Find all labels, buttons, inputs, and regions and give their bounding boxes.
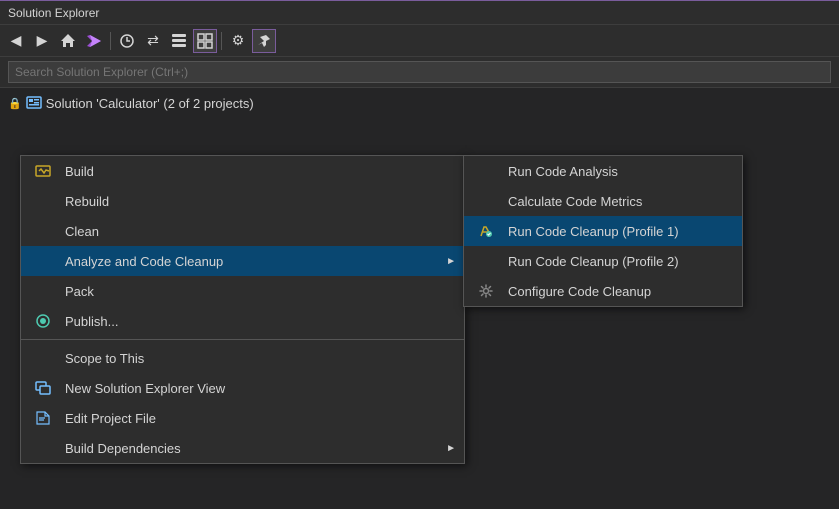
cleanup-1-icon: [476, 221, 496, 241]
menu-item-scope[interactable]: Scope to This: [21, 343, 464, 373]
build-deps-label: Build Dependencies: [65, 441, 181, 456]
configure-icon: [476, 281, 496, 301]
vs-logo-button[interactable]: [82, 29, 106, 53]
settings-button[interactable]: ⚙: [226, 29, 250, 53]
history-button[interactable]: [115, 29, 139, 53]
edit-project-label: Edit Project File: [65, 411, 156, 426]
rebuild-label: Rebuild: [65, 194, 109, 209]
back-button[interactable]: ◀: [4, 29, 28, 53]
submenu-item-configure[interactable]: Configure Code Cleanup: [464, 276, 742, 306]
pack-label: Pack: [65, 284, 94, 299]
submenu-item-run-analysis[interactable]: Run Code Analysis: [464, 156, 742, 186]
panel-title: Solution Explorer: [8, 6, 99, 20]
menu-item-pack[interactable]: Pack: [21, 276, 464, 306]
build-icon: [33, 161, 53, 181]
lock-icon: 🔒: [8, 97, 22, 110]
collapse-button[interactable]: [167, 29, 191, 53]
scope-label: Scope to This: [65, 351, 144, 366]
calc-metrics-label: Calculate Code Metrics: [508, 194, 642, 209]
run-analysis-label: Run Code Analysis: [508, 164, 618, 179]
configure-label: Configure Code Cleanup: [508, 284, 651, 299]
submenu: Run Code Analysis Calculate Code Metrics…: [463, 155, 743, 307]
new-explorer-icon: [33, 378, 53, 398]
menu-item-publish[interactable]: Publish...: [21, 306, 464, 336]
home-button[interactable]: [56, 29, 80, 53]
toolbar-sep-1: [110, 32, 111, 50]
menu-item-clean[interactable]: Clean: [21, 216, 464, 246]
submenu-item-calc-metrics[interactable]: Calculate Code Metrics: [464, 186, 742, 216]
solution-icon: [26, 95, 42, 111]
sync-button[interactable]: ⇄: [141, 29, 165, 53]
edit-project-icon: [33, 408, 53, 428]
new-explorer-label: New Solution Explorer View: [65, 381, 225, 396]
menu-item-analyze[interactable]: Analyze and Code Cleanup ►: [21, 246, 464, 276]
search-input[interactable]: [8, 61, 831, 83]
menu-item-new-explorer[interactable]: New Solution Explorer View: [21, 373, 464, 403]
build-label: Build: [65, 164, 94, 179]
menu-item-build-deps[interactable]: Build Dependencies ►: [21, 433, 464, 463]
solution-label: Solution 'Calculator' (2 of 2 projects): [46, 96, 254, 111]
menu-item-edit-project[interactable]: Edit Project File: [21, 403, 464, 433]
submenu-item-cleanup-2[interactable]: Run Code Cleanup (Profile 2): [464, 246, 742, 276]
publish-label: Publish...: [65, 314, 118, 329]
submenu-item-cleanup-1[interactable]: Run Code Cleanup (Profile 1): [464, 216, 742, 246]
cleanup-1-label: Run Code Cleanup (Profile 1): [508, 224, 679, 239]
forward-button[interactable]: ▶: [30, 29, 54, 53]
context-menu: Build Rebuild Clean Analyze and Code Cle…: [20, 155, 465, 464]
toolbar: ◀ ▶ ⇄: [0, 25, 839, 57]
pin-button[interactable]: [252, 29, 276, 53]
title-bar: Solution Explorer: [0, 1, 839, 25]
toolbar-sep-2: [221, 32, 222, 50]
analyze-submenu-arrow: ►: [446, 256, 456, 267]
search-bar: [0, 57, 839, 88]
publish-icon: [33, 311, 53, 331]
menu-item-rebuild[interactable]: Rebuild: [21, 186, 464, 216]
clean-label: Clean: [65, 224, 99, 239]
build-deps-arrow: ►: [446, 443, 456, 454]
view-toggle-button[interactable]: [193, 29, 217, 53]
solution-item[interactable]: 🔒 Solution 'Calculator' (2 of 2 projects…: [0, 92, 839, 114]
cleanup-2-label: Run Code Cleanup (Profile 2): [508, 254, 679, 269]
sep-1: [21, 339, 464, 340]
analyze-label: Analyze and Code Cleanup: [65, 254, 223, 269]
menu-item-build[interactable]: Build: [21, 156, 464, 186]
